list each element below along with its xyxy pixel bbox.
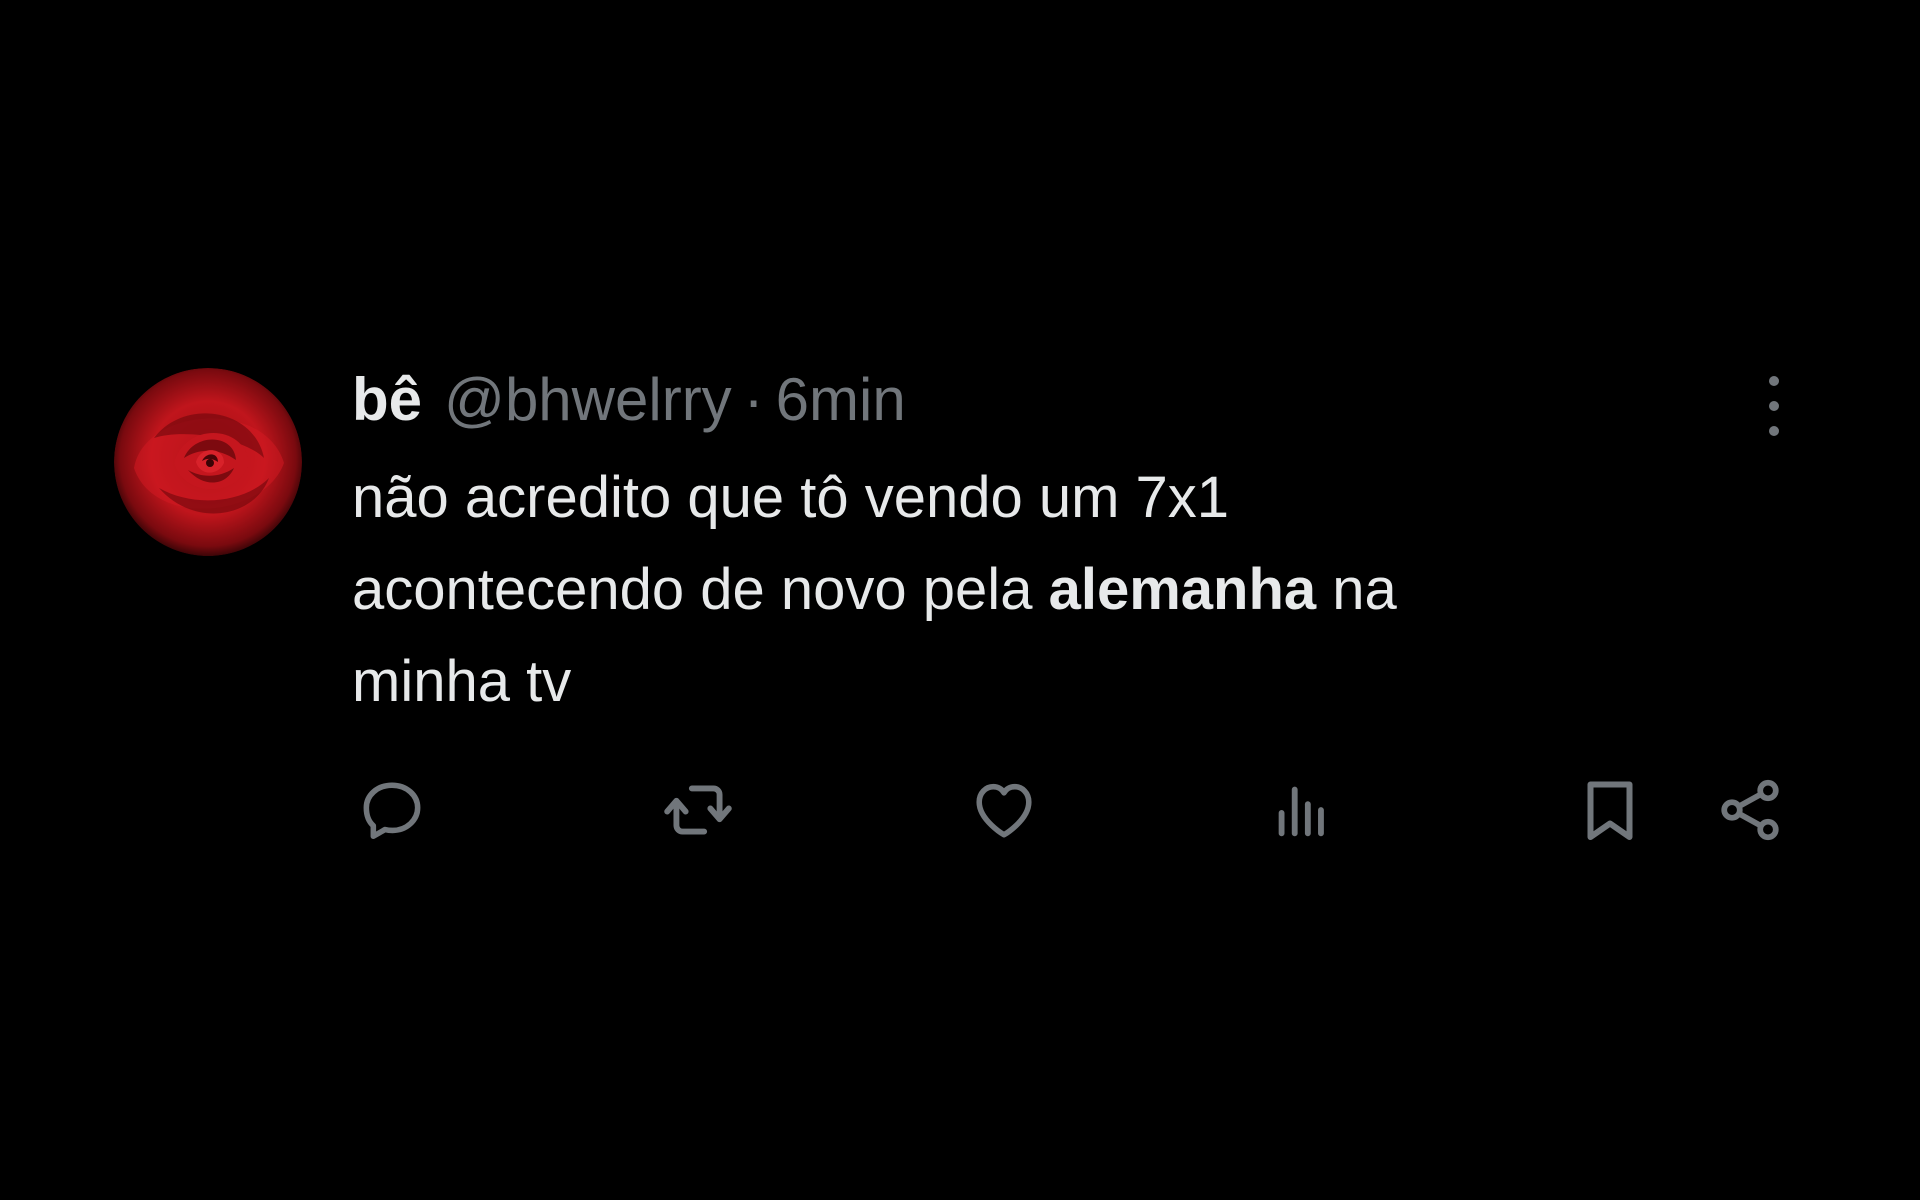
retweet-icon: [664, 785, 732, 835]
tweet-actions: [352, 770, 1792, 850]
tweet-text-line-2: acontecendo de novo pela alemanha na: [352, 544, 1752, 636]
separator-dot: ·: [743, 366, 764, 433]
reply-icon: [363, 782, 421, 840]
display-name[interactable]: bê: [352, 360, 422, 440]
red-rose-avatar: [114, 368, 302, 556]
bookmark-icon: [1587, 781, 1633, 840]
views-button[interactable]: [1262, 770, 1342, 850]
user-handle[interactable]: @bhwelrry: [444, 360, 732, 440]
tweet-text-line-2-end: na: [1332, 557, 1397, 622]
tweet-text-line-1: não acredito que tô vendo um 7x1: [352, 465, 1230, 530]
tweet[interactable]: bê @bhwelrry · 6min não acredito que tô …: [114, 360, 1814, 860]
views-icon: [1278, 786, 1324, 837]
share-button[interactable]: [1710, 770, 1790, 850]
share-icon: [1721, 779, 1779, 841]
timestamp[interactable]: 6min: [776, 360, 906, 440]
reply-button[interactable]: [352, 770, 432, 850]
more-dot: [1769, 376, 1779, 386]
retweet-button[interactable]: [658, 770, 738, 850]
tweet-text-line-2-start: acontecendo de novo pela: [352, 557, 1033, 622]
tweet-text-line-3: minha tv: [352, 649, 572, 714]
like-button[interactable]: [964, 770, 1044, 850]
bookmark-button[interactable]: [1570, 770, 1650, 850]
tweet-text: não acredito que tô vendo um 7x1 acontec…: [352, 452, 1752, 728]
tweet-header: bê @bhwelrry · 6min: [352, 360, 906, 440]
more-dot: [1769, 401, 1779, 411]
avatar[interactable]: [114, 368, 302, 556]
more-dot: [1769, 426, 1779, 436]
tweet-text-bold-word: alemanha: [1048, 557, 1317, 622]
more-options-icon[interactable]: [1754, 376, 1794, 436]
like-icon: [976, 783, 1032, 838]
